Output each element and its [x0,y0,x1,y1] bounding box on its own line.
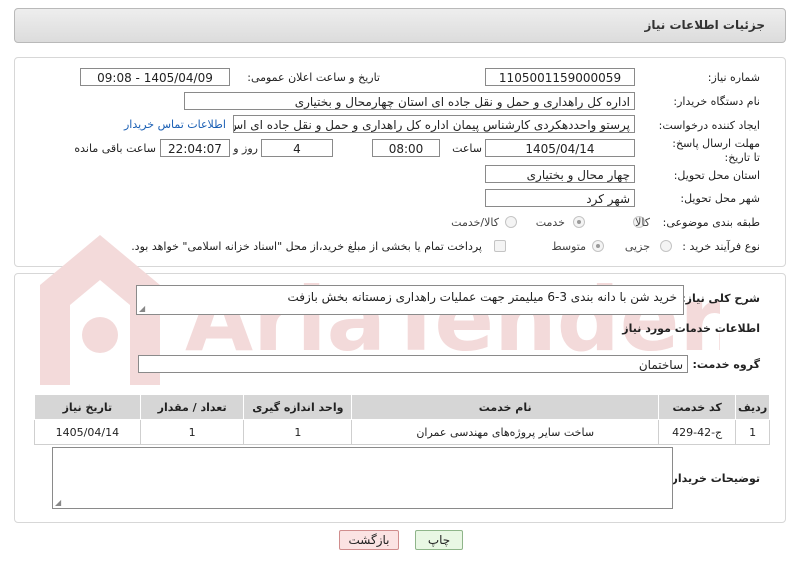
treasury-payment-note: پرداخت تمام یا بخشی از مبلغ خرید،از محل … [131,240,482,253]
remaining-time-label: ساعت باقی مانده [74,142,156,155]
province-field: چهار محال و بختیاری [485,165,635,183]
col-code-header: کد خدمت [658,394,737,420]
process-minor-radio[interactable] [660,240,672,252]
city-label: شهر محل تحویل: [680,192,760,205]
table-row: 1 ج-42-429 ساخت سایر پروژه‌های مهندسی عم… [34,419,770,445]
col-date-header: تاریخ نیاز [34,394,141,420]
col-unit-header: واحد اندازه گیری [243,394,353,420]
deadline-time-label: ساعت [452,142,482,155]
remaining-time-field: 22:04:07 [160,139,230,157]
service-group-field: ساختمان [138,355,688,373]
buyer-org-label: نام دستگاه خریدار: [673,95,760,108]
need-number-field: 1105001159000059 [485,68,635,86]
services-table: ردیف کد خدمت نام خدمت واحد اندازه گیری ت… [34,394,770,445]
province-label: استان محل تحویل: [673,169,760,182]
col-quantity-header: تعداد / مقدار [139,394,245,420]
category-service-radio[interactable] [573,216,585,228]
print-button[interactable]: چاپ [415,530,463,550]
deadline-time-field: 08:00 [372,139,440,157]
city-field: شهر کرد [485,189,635,207]
need-date-cell: 1405/04/14 [34,419,141,445]
category-goods-service-radio[interactable] [505,216,517,228]
page-title: جزئیات اطلاعات نیاز [644,18,765,32]
buyer-notes-label: توضیحات خریدار: [667,472,760,485]
process-type-label: نوع فرآیند خرید : [682,240,760,253]
quantity-cell: 1 [139,419,245,445]
process-minor-label: جزیی [624,240,650,253]
unit-cell: 1 [243,419,353,445]
days-field: 4 [261,139,333,157]
process-medium-radio[interactable] [592,240,604,252]
col-row-header: ردیف [735,394,770,420]
buyer-org-field: اداره کل راهداری و حمل و نقل جاده ای است… [184,92,635,110]
buyer-notes-field[interactable]: ◢ [52,447,673,509]
services-section-title: اطلاعات خدمات مورد نیاز [622,322,760,335]
announce-date-label: تاریخ و ساعت اعلان عمومی: [247,71,380,84]
category-service-label: خدمت [535,216,565,229]
row-number-cell: 1 [735,419,770,445]
col-name-header: نام خدمت [351,394,660,420]
resize-grip-icon[interactable]: ◢ [55,499,61,507]
resize-grip-icon[interactable]: ◢ [139,305,145,313]
back-button[interactable]: بازگشت [339,530,399,550]
days-label: روز و [233,142,258,155]
service-name-cell: ساخت سایر پروژه‌های مهندسی عمران [351,419,660,445]
summary-label: شرح کلی نیاز: [681,292,760,305]
summary-text: خرید شن با دانه بندی 3-6 میلیمتر جهت عمل… [287,290,677,304]
category-goods-service-label: کالا/خدمت [451,216,499,229]
need-number-label: شماره نیاز: [707,71,760,84]
category-label: طبقه بندی موضوعی: [662,216,760,229]
category-goods-label: کالا [635,216,650,229]
announce-date-field: 1405/04/09 - 09:08 [80,68,230,86]
service-group-label: گروه خدمت: [692,358,760,371]
creator-field: پرستو واحددهکردی کارشناس پیمان اداره کل … [233,115,635,133]
process-medium-label: متوسط [551,240,586,253]
deadline-label: مهلت ارسال پاسخ: تا تاریخ: [672,137,760,164]
summary-field: خرید شن با دانه بندی 3-6 میلیمتر جهت عمل… [136,285,684,315]
treasury-payment-checkbox[interactable] [494,240,506,252]
buyer-contact-link[interactable]: اطلاعات تماس خریدار [124,118,226,131]
services-table-header: ردیف کد خدمت نام خدمت واحد اندازه گیری ت… [34,394,770,420]
creator-label: ایجاد کننده درخواست: [658,119,760,132]
page-header: جزئیات اطلاعات نیاز [14,8,786,43]
service-code-cell: ج-42-429 [658,419,737,445]
deadline-date-field: 1405/04/14 [485,139,635,157]
